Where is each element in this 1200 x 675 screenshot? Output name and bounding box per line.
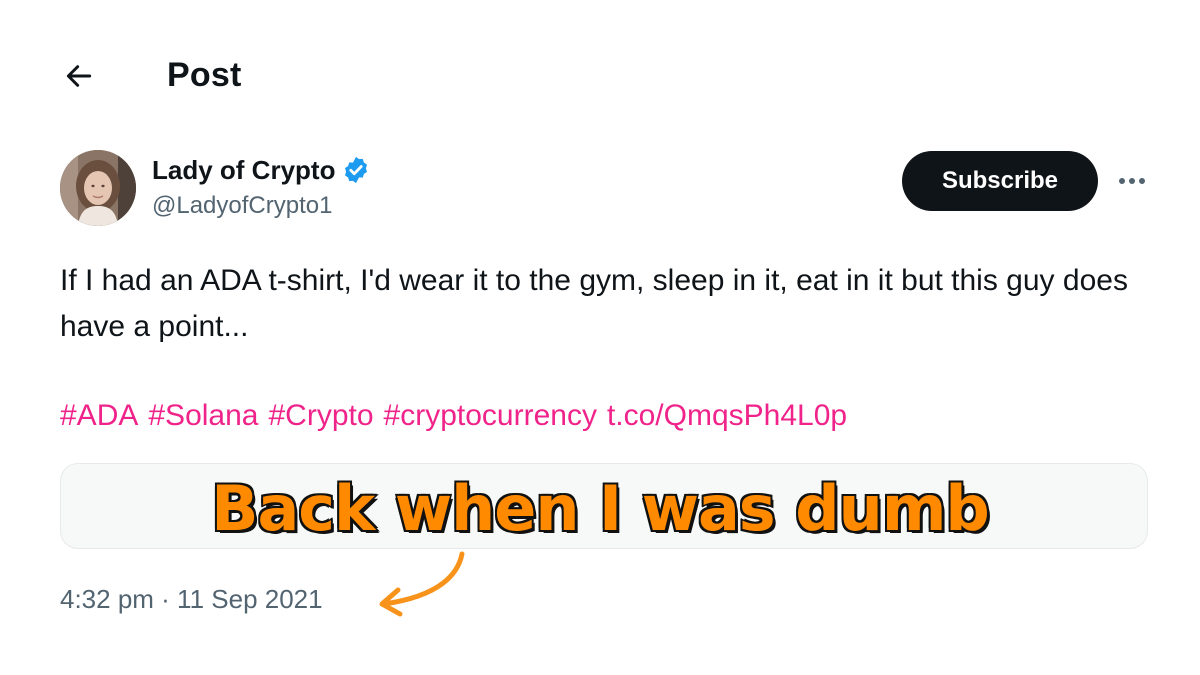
avatar[interactable] xyxy=(60,150,136,226)
tweet-link[interactable]: t.co/QmqsPh4L0p xyxy=(607,393,847,439)
back-button[interactable] xyxy=(52,52,106,100)
verified-badge-icon xyxy=(341,155,371,185)
arrow-left-icon xyxy=(66,65,92,87)
more-horizontal-icon xyxy=(1139,178,1145,184)
more-options-button[interactable] xyxy=(1110,164,1154,198)
post-page: Post Lady of Crypto @LadyofCrypto1 Subsc… xyxy=(0,0,1200,675)
profile-photo-icon xyxy=(60,150,136,226)
page-title: Post xyxy=(167,56,242,94)
more-horizontal-icon xyxy=(1119,178,1125,184)
author-handle[interactable]: @LadyofCrypto1 xyxy=(152,192,332,220)
tweet-text: If I had an ADA t-shirt, I'd wear it to … xyxy=(60,264,1128,343)
subscribe-button[interactable]: Subscribe xyxy=(902,151,1098,211)
author-name-row: Lady of Crypto xyxy=(152,153,371,187)
hashtag-link[interactable]: #ADA xyxy=(60,393,138,439)
header: Post xyxy=(0,0,1200,150)
hashtag-link[interactable]: #cryptocurrency xyxy=(384,393,597,439)
more-horizontal-icon xyxy=(1129,178,1135,184)
tweet-hashtags: #ADA #Solana #Crypto #cryptocurrency t.c… xyxy=(60,393,1150,439)
timestamp[interactable]: 4:32 pm · 11 Sep 2021 xyxy=(60,584,323,615)
author-name[interactable]: Lady of Crypto xyxy=(152,155,335,186)
curved-arrow-icon xyxy=(370,548,480,624)
hashtag-link[interactable]: #Solana xyxy=(148,393,258,439)
overlay-caption: Back when I was dumb xyxy=(210,470,992,546)
hashtag-link[interactable]: #Crypto xyxy=(268,393,373,439)
